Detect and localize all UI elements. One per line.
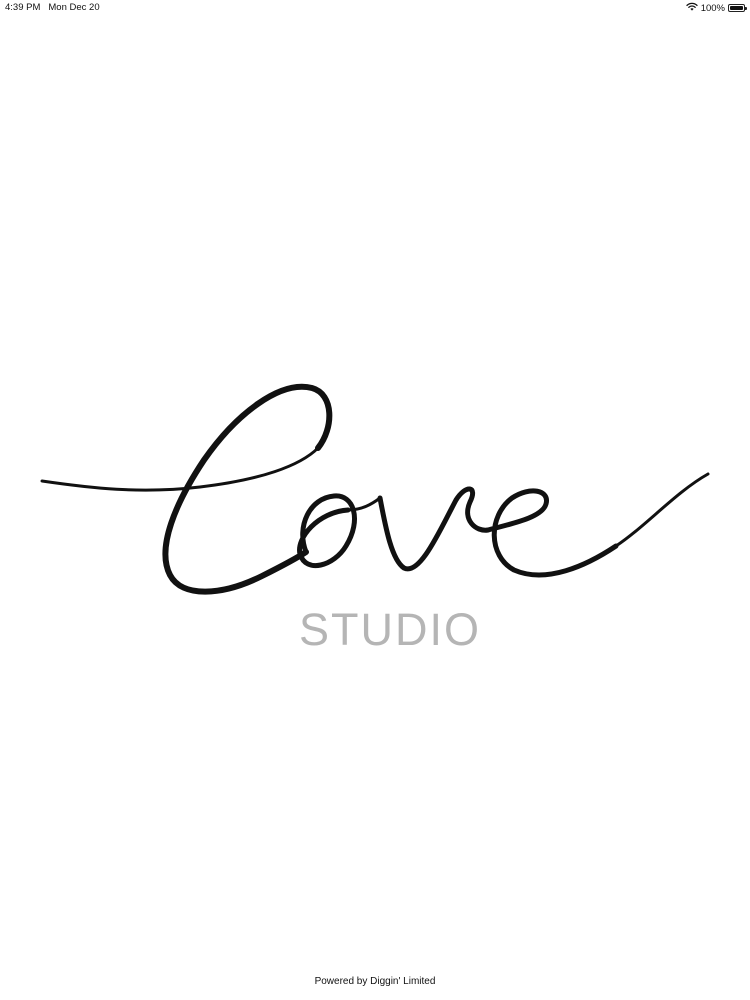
status-right: 100%	[686, 2, 747, 14]
battery-percent: 100%	[700, 2, 725, 14]
battery-fill	[730, 6, 743, 10]
love-script-wordmark	[40, 383, 710, 595]
powered-by-footer: Powered by Diggin' Limited	[314, 976, 436, 987]
love-studio-logo: STUDIO	[40, 383, 710, 655]
status-bar: 4:39 PM Mon Dec 20 100%	[0, 0, 750, 16]
battery-icon	[728, 4, 747, 12]
wifi-icon	[686, 2, 698, 14]
status-date: Mon Dec 20	[48, 2, 100, 13]
status-left: 4:39 PM Mon Dec 20	[5, 2, 100, 13]
splash-screen: 4:39 PM Mon Dec 20 100% STUDIO Powered b…	[0, 0, 750, 1000]
status-time: 4:39 PM	[5, 2, 41, 13]
logo-subtitle: STUDIO	[299, 604, 481, 655]
